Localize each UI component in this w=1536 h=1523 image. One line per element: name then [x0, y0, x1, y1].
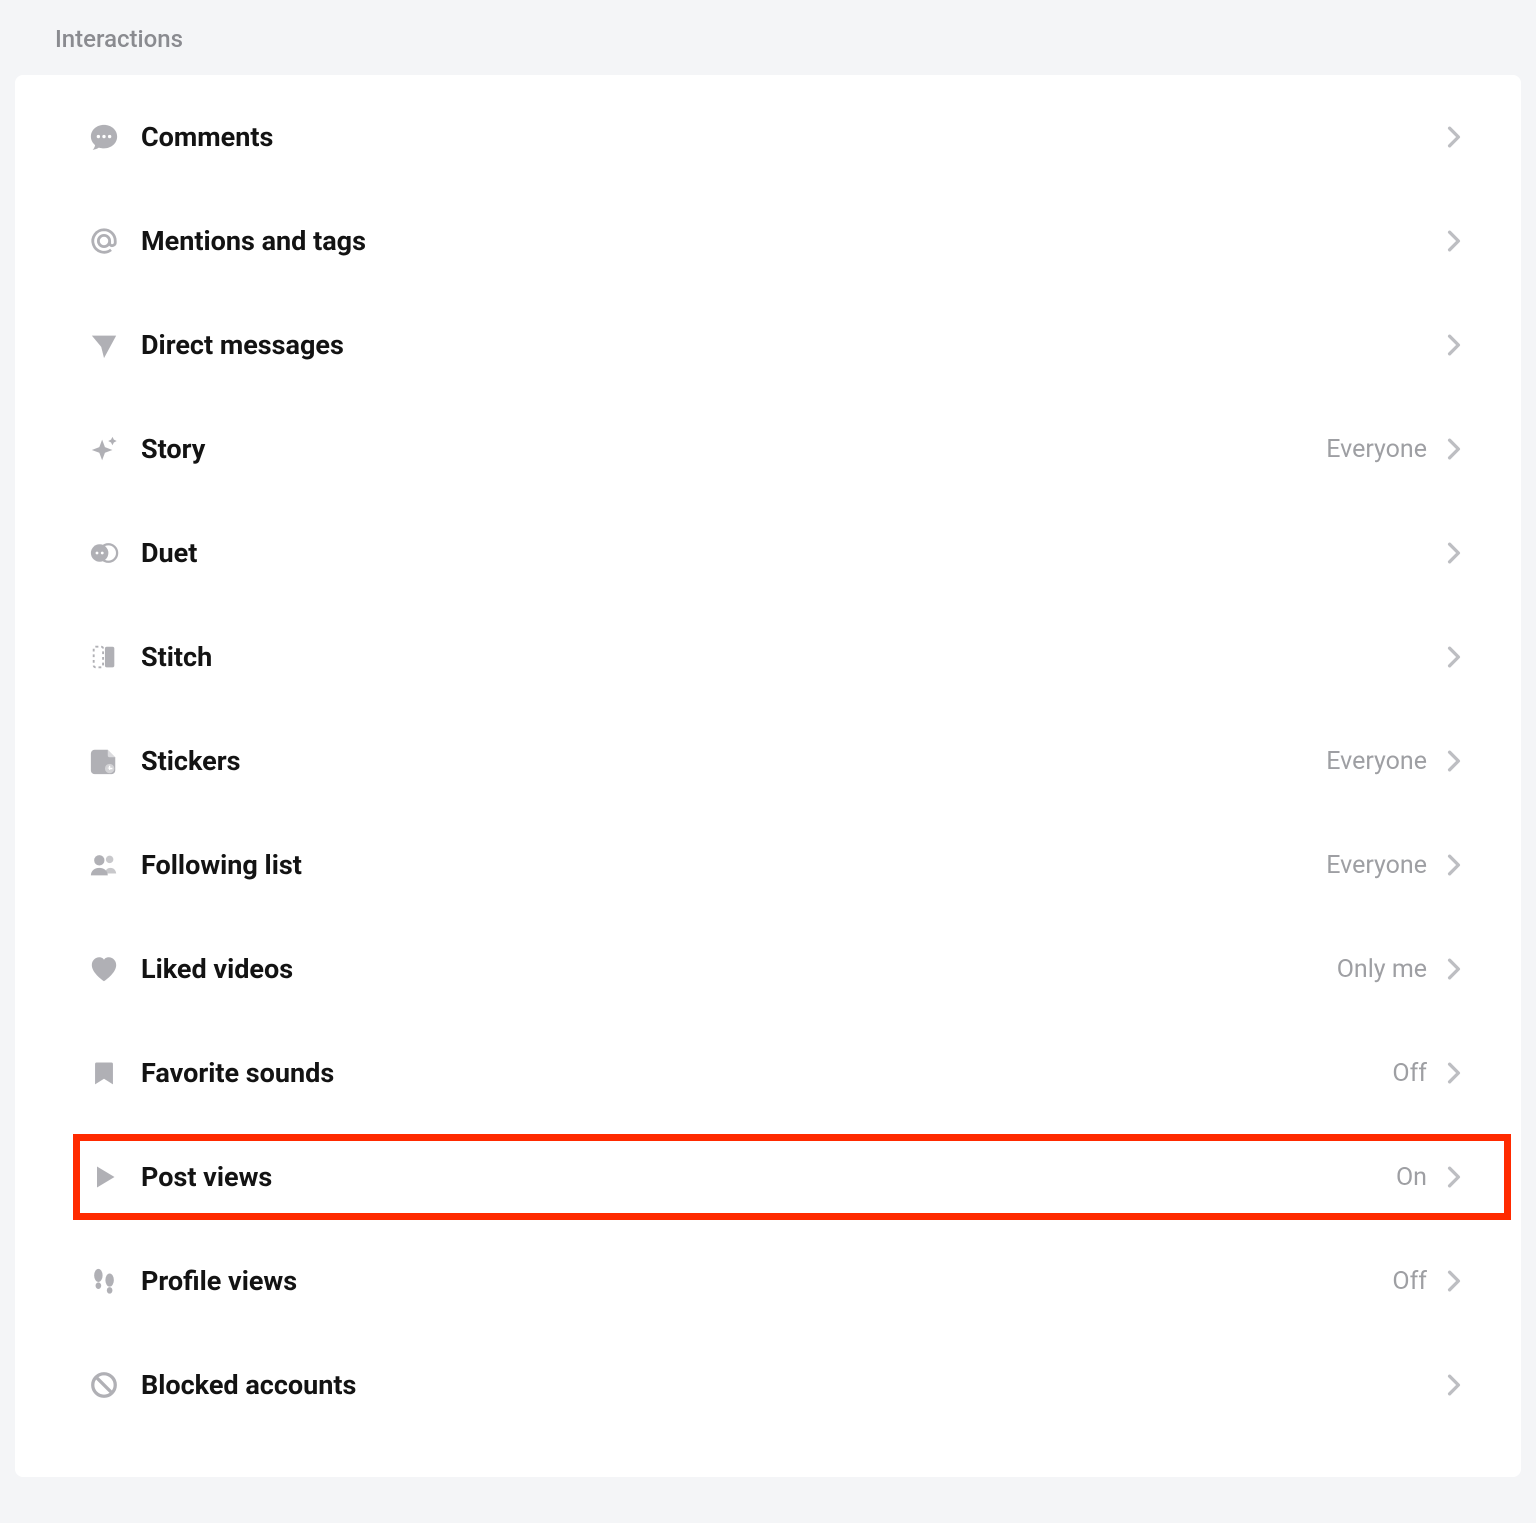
setting-row-duet[interactable]: Duet	[15, 501, 1521, 605]
setting-label: Comments	[141, 121, 1445, 153]
setting-label: Profile views	[141, 1265, 1392, 1297]
setting-label: Post views	[141, 1161, 1396, 1193]
bookmark-icon	[87, 1056, 121, 1090]
setting-label: Direct messages	[141, 329, 1445, 361]
section-title: Interactions	[15, 15, 1521, 75]
paper-plane-icon	[87, 328, 121, 362]
setting-label: Following list	[141, 849, 1326, 881]
settings-page: Interactions Comments Mentions and tags Di…	[0, 0, 1536, 1477]
people-icon	[87, 848, 121, 882]
setting-value: Everyone	[1326, 435, 1427, 464]
interactions-panel: Comments Mentions and tags Direct messages…	[15, 75, 1521, 1477]
setting-row-mentions[interactable]: Mentions and tags	[15, 189, 1521, 293]
heart-icon	[87, 952, 121, 986]
stitch-icon	[87, 640, 121, 674]
setting-value: Everyone	[1326, 747, 1427, 776]
chevron-right-icon	[1445, 1059, 1463, 1087]
setting-value: Everyone	[1326, 851, 1427, 880]
chevron-right-icon	[1445, 331, 1463, 359]
setting-row-favorite-sounds[interactable]: Favorite soundsOff	[15, 1021, 1521, 1125]
setting-label: Stitch	[141, 641, 1445, 673]
chevron-right-icon	[1445, 1371, 1463, 1399]
chevron-right-icon	[1445, 435, 1463, 463]
setting-value: Off	[1392, 1267, 1427, 1296]
at-sign-icon	[87, 224, 121, 258]
setting-value: Only me	[1337, 955, 1427, 984]
setting-label: Mentions and tags	[141, 225, 1445, 257]
chevron-right-icon	[1445, 1163, 1463, 1191]
chevron-right-icon	[1445, 227, 1463, 255]
sparkle-icon	[87, 432, 121, 466]
setting-value: On	[1396, 1163, 1427, 1192]
setting-row-comments[interactable]: Comments	[15, 85, 1521, 189]
setting-row-following-list[interactable]: Following listEveryone	[15, 813, 1521, 917]
setting-label: Duet	[141, 537, 1445, 569]
duet-icon	[87, 536, 121, 570]
setting-value: Off	[1392, 1059, 1427, 1088]
footprints-icon	[87, 1264, 121, 1298]
play-triangle-icon	[87, 1160, 121, 1194]
setting-label: Favorite sounds	[141, 1057, 1392, 1089]
setting-row-direct-msgs[interactable]: Direct messages	[15, 293, 1521, 397]
setting-row-liked-videos[interactable]: Liked videosOnly me	[15, 917, 1521, 1021]
chevron-right-icon	[1445, 747, 1463, 775]
setting-row-blocked[interactable]: Blocked accounts	[15, 1333, 1521, 1437]
chevron-right-icon	[1445, 955, 1463, 983]
setting-row-post-views[interactable]: Post viewsOn	[15, 1125, 1521, 1229]
chevron-right-icon	[1445, 851, 1463, 879]
svg-text:+: +	[108, 763, 112, 772]
comment-bubble-icon	[87, 120, 121, 154]
setting-row-profile-views[interactable]: Profile viewsOff	[15, 1229, 1521, 1333]
setting-row-story[interactable]: StoryEveryone	[15, 397, 1521, 501]
setting-row-stickers[interactable]: + StickersEveryone	[15, 709, 1521, 813]
chevron-right-icon	[1445, 1267, 1463, 1295]
chevron-right-icon	[1445, 643, 1463, 671]
setting-label: Stickers	[141, 745, 1326, 777]
block-icon	[87, 1368, 121, 1402]
setting-label: Blocked accounts	[141, 1369, 1445, 1401]
chevron-right-icon	[1445, 539, 1463, 567]
setting-label: Liked videos	[141, 953, 1337, 985]
setting-row-stitch[interactable]: Stitch	[15, 605, 1521, 709]
sticker-icon: +	[87, 744, 121, 778]
setting-label: Story	[141, 433, 1326, 465]
chevron-right-icon	[1445, 123, 1463, 151]
